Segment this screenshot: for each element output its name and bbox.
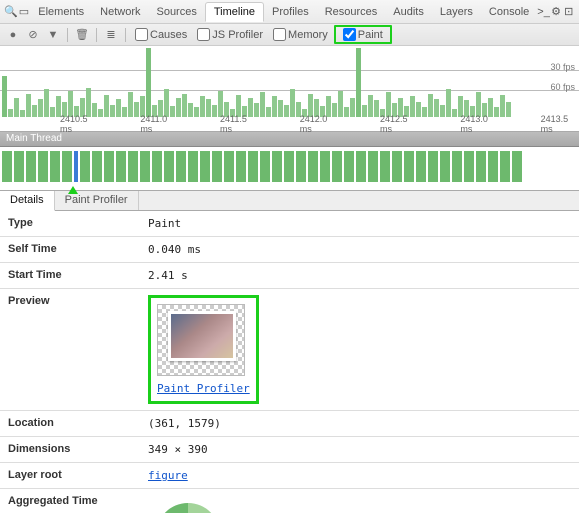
selftime-value: 0.040 ms xyxy=(140,237,579,262)
preview-highlight: Paint Profiler xyxy=(148,295,259,404)
layerroot-link[interactable]: figure xyxy=(148,469,188,482)
tab-network[interactable]: Network xyxy=(92,3,148,21)
filter-icon[interactable]: ▼ xyxy=(44,29,62,41)
search-icon[interactable]: 🔍 xyxy=(4,5,18,18)
separator xyxy=(125,28,126,42)
dock-icon[interactable]: ⊡ xyxy=(562,5,575,18)
dimensions-key: Dimensions xyxy=(0,437,140,462)
separator xyxy=(67,28,68,42)
memory-label: Memory xyxy=(288,29,328,41)
main-thread-flamechart[interactable] xyxy=(0,147,579,191)
tab-layers[interactable]: Layers xyxy=(432,3,481,21)
layerroot-key: Layer root xyxy=(0,463,140,488)
clear-button[interactable]: ⊘ xyxy=(24,28,42,41)
starttime-value: 2.41 s xyxy=(140,263,579,288)
memory-checkbox[interactable]: Memory xyxy=(273,28,328,41)
settings-gear-icon[interactable]: ⚙ xyxy=(550,5,563,18)
tab-elements[interactable]: Elements xyxy=(30,3,92,21)
paint-profiler-link[interactable]: Paint Profiler xyxy=(157,382,250,395)
paint-checkbox-highlight: Paint xyxy=(334,25,392,44)
type-key: Type xyxy=(0,211,140,236)
dimensions-value: 349 × 390 xyxy=(140,437,579,462)
tab-sources[interactable]: Sources xyxy=(148,3,204,21)
tab-console[interactable]: Console xyxy=(481,3,537,21)
causes-label: Causes xyxy=(150,29,187,41)
gc-icon[interactable]: 🗑 xyxy=(73,28,91,41)
aggtime-key: Aggregated Time xyxy=(0,489,140,513)
thread-bars xyxy=(0,151,579,182)
causes-checkbox[interactable]: Causes xyxy=(135,28,187,41)
preview-key: Preview xyxy=(0,289,140,313)
jsprofiler-label: JS Profiler xyxy=(212,29,263,41)
timeline-overview[interactable]: 30 fps 60 fps 2410.5 ms2411.0 ms2411.5 m… xyxy=(0,46,579,132)
selftime-key: Self Time xyxy=(0,237,140,262)
aggtime-value: 0.053 ms 0.040 ms Painting (Self) 0.013 … xyxy=(140,489,579,513)
devtools-main-tabs: 🔍 ▭ Elements Network Sources Timeline Pr… xyxy=(0,0,579,24)
tab-timeline[interactable]: Timeline xyxy=(205,2,264,22)
details-tabs: Details Paint Profiler xyxy=(0,191,579,211)
separator xyxy=(96,28,97,42)
overview-ticks: 2410.5 ms2411.0 ms2411.5 ms2412.0 ms2412… xyxy=(0,117,579,131)
overview-bars xyxy=(0,48,579,117)
selection-arrow-icon xyxy=(68,186,78,194)
main-thread-label: Main Thread xyxy=(0,132,579,147)
starttime-key: Start Time xyxy=(0,263,140,288)
aggtime-pie-chart xyxy=(156,503,220,513)
timeline-toolbar: ● ⊘ ▼ 🗑 ≣ Causes JS Profiler Memory Pain… xyxy=(0,24,579,46)
type-value: Paint xyxy=(140,211,579,236)
tab-audits[interactable]: Audits xyxy=(385,3,432,21)
details-panel: TypePaint Self Time0.040 ms Start Time2.… xyxy=(0,211,579,513)
preview-thumbnail xyxy=(157,304,245,376)
device-icon[interactable]: ▭ xyxy=(18,5,31,18)
paint-checkbox[interactable]: Paint xyxy=(343,28,383,41)
record-button[interactable]: ● xyxy=(4,29,22,41)
preview-image xyxy=(168,311,236,361)
view-mode-icon[interactable]: ≣ xyxy=(102,28,120,41)
paint-label: Paint xyxy=(358,29,383,41)
location-value: (361, 1579) xyxy=(140,411,579,436)
preview-value: Paint Profiler xyxy=(140,289,579,410)
console-toggle-icon[interactable]: >_ xyxy=(537,6,550,18)
tab-profiles[interactable]: Profiles xyxy=(264,3,317,21)
layerroot-value: figure xyxy=(140,463,579,488)
tab-resources[interactable]: Resources xyxy=(317,3,386,21)
jsprofiler-checkbox[interactable]: JS Profiler xyxy=(197,28,263,41)
location-key: Location xyxy=(0,411,140,436)
tab-details[interactable]: Details xyxy=(0,191,55,211)
